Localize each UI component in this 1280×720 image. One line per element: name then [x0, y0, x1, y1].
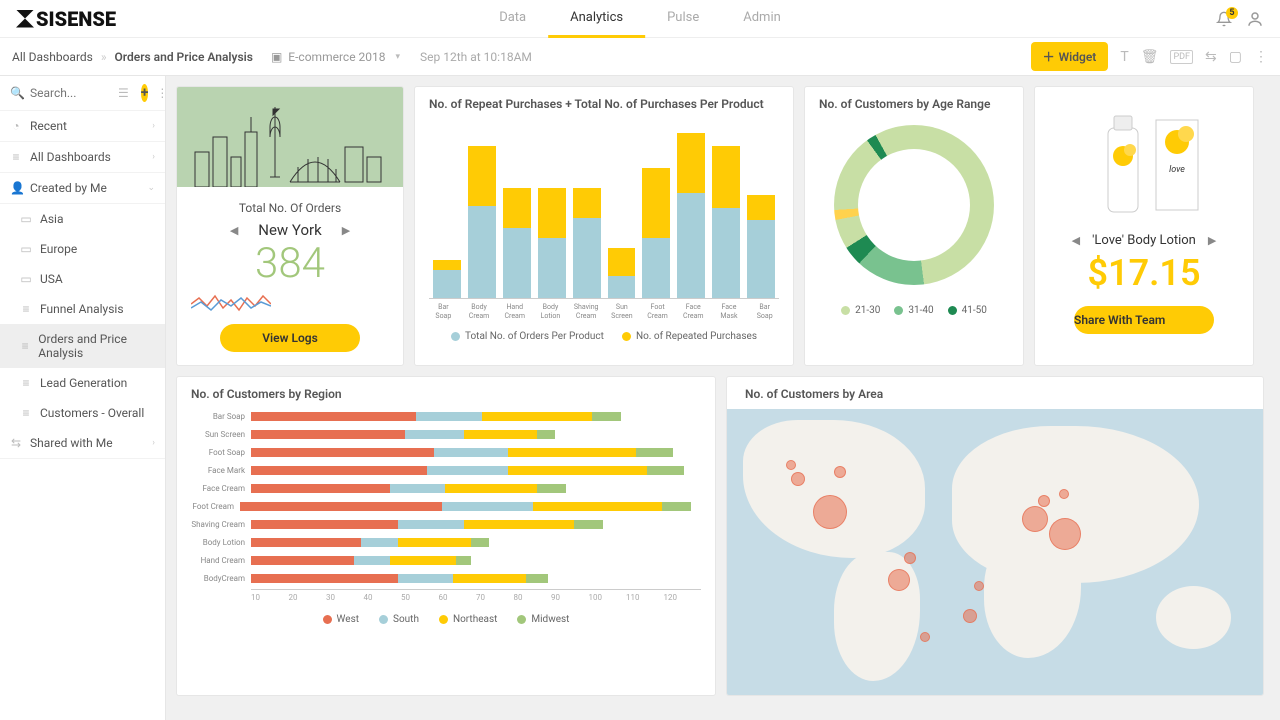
present-icon[interactable]: ▢ — [1229, 49, 1242, 65]
view-logs-button[interactable]: View Logs — [220, 324, 360, 352]
bell-icon[interactable]: 5 — [1216, 11, 1232, 27]
orders-city: New York — [258, 221, 321, 239]
cube-icon: ▣ — [271, 50, 282, 64]
sparkline — [191, 292, 271, 314]
folder-icon: ≡ — [20, 339, 30, 353]
product-image: love — [1049, 97, 1239, 227]
next-arrow-icon[interactable]: ▶ — [1208, 234, 1216, 247]
trash-icon[interactable]: 🗑 — [1141, 49, 1159, 65]
breadcrumb-current[interactable]: Orders and Price Analysis — [115, 50, 253, 64]
share-team-button[interactable]: Share With Team — [1074, 306, 1214, 334]
notification-count: 5 — [1226, 7, 1238, 19]
orders-value: 384 — [191, 239, 389, 288]
sidebar-item-asia[interactable]: ▭Asia — [0, 204, 165, 234]
card-title: No. of Customers by Age Range — [819, 97, 1009, 111]
user-icon: 👤 — [10, 181, 22, 195]
tab-pulse[interactable]: Pulse — [645, 0, 721, 38]
list-icon: ≡ — [10, 150, 22, 164]
search-input[interactable] — [30, 86, 110, 100]
card-title: No. of Customers by Region — [191, 387, 701, 401]
breadcrumb-root[interactable]: All Dashboards — [12, 50, 93, 64]
sidebar-item-europe[interactable]: ▭Europe — [0, 234, 165, 264]
folder-icon: ▭ — [20, 272, 32, 286]
legend-31-40: 31-40 — [894, 305, 933, 316]
tab-data[interactable]: Data — [477, 0, 548, 38]
chevron-down-icon: ⌄ — [147, 183, 155, 193]
folder-icon: ≡ — [20, 406, 32, 420]
svg-text:love: love — [1169, 165, 1185, 175]
sidebar-item-orders-and-price-analysis[interactable]: ≡Orders and Price Analysis — [0, 324, 165, 368]
sidebar-item-lead-generation[interactable]: ≡Lead Generation — [0, 368, 165, 398]
legend-west: West — [323, 614, 359, 625]
card-customers-region: No. of Customers by Region Bar SoapSun S… — [176, 376, 716, 696]
add-widget-button[interactable]: ＋Widget — [1031, 42, 1109, 71]
folder-icon: ≡ — [20, 302, 32, 316]
search-icon: 🔍 — [10, 86, 22, 100]
share-icon: ⇆ — [10, 436, 22, 450]
card-featured-product: love ◀ 'Love' Body Lotion ▶ $17.15 Share… — [1034, 86, 1254, 366]
clock-icon: ◔ — [10, 119, 22, 133]
legend-orders: Total No. of Orders Per Product — [451, 331, 604, 342]
prev-arrow-icon[interactable]: ◀ — [1072, 234, 1080, 247]
legend-midwest: Midwest — [517, 614, 569, 625]
filter-icon[interactable]: ☰ — [118, 86, 129, 100]
share-icon[interactable]: ⇆ — [1205, 49, 1217, 65]
logo: SISENSE — [16, 7, 116, 31]
sidebar: 🔍 ☰ + ⋮ ◔Recent› ≡All Dashboards› 👤Creat… — [0, 76, 166, 720]
sidebar-item-funnel-analysis[interactable]: ≡Funnel Analysis — [0, 294, 165, 324]
more-icon[interactable]: ⋮ — [1254, 49, 1268, 65]
pdf-icon[interactable]: PDF — [1170, 50, 1193, 64]
sidebar-shared[interactable]: ⇆Shared with Me› — [0, 428, 165, 459]
text-icon[interactable]: T — [1120, 49, 1128, 65]
legend-south: South — [379, 614, 419, 625]
next-arrow-icon[interactable]: ▶ — [342, 224, 350, 237]
card-title: No. of Repeat Purchases + Total No. of P… — [429, 97, 779, 111]
folder-icon: ▭ — [20, 242, 32, 256]
horizontal-bar-chart: Bar SoapSun ScreenFoot SoapFace MarkFace… — [191, 409, 701, 586]
donut-chart — [834, 125, 994, 285]
card-customers-age: No. of Customers by Age Range 21-30 31-40… — [804, 86, 1024, 366]
legend-21-30: 21-30 — [841, 305, 880, 316]
world-map[interactable] — [727, 409, 1263, 695]
chevron-right-icon: » — [101, 50, 107, 64]
chevron-down-icon: ▾ — [396, 52, 401, 62]
main-tabs: DataAnalyticsPulseAdmin — [477, 0, 803, 38]
add-dashboard-button[interactable]: + — [141, 84, 149, 102]
sidebar-item-usa[interactable]: ▭USA — [0, 264, 165, 294]
user-icon[interactable] — [1246, 10, 1264, 28]
skyline-illustration — [177, 87, 403, 187]
product-price: $17.15 — [1049, 252, 1239, 294]
bar-chart — [429, 119, 779, 299]
legend-northeast: Northeast — [439, 614, 497, 625]
sidebar-all[interactable]: ≡All Dashboards› — [0, 142, 165, 173]
tab-analytics[interactable]: Analytics — [548, 0, 645, 38]
card-customers-area: No. of Customers by Area — [726, 376, 1264, 696]
legend-41-50: 41-50 — [948, 305, 987, 316]
sidebar-recent[interactable]: ◔Recent› — [0, 111, 165, 142]
sidebar-item-customers---overall[interactable]: ≡Customers - Overall — [0, 398, 165, 428]
sidebar-created-by-me[interactable]: 👤Created by Me⌄ — [0, 173, 165, 204]
card-title: No. of Customers by Area — [745, 387, 883, 401]
card-repeat-purchases: No. of Repeat Purchases + Total No. of P… — [414, 86, 794, 366]
dataset-selector[interactable]: ▣ E-commerce 2018 ▾ — [271, 50, 400, 64]
card-title: Total No. Of Orders — [191, 201, 389, 215]
tab-admin[interactable]: Admin — [721, 0, 803, 38]
prev-arrow-icon[interactable]: ◀ — [230, 224, 238, 237]
last-refresh-time: Sep 12th at 10:18AM — [420, 50, 532, 64]
legend-repeat: No. of Repeated Purchases — [622, 331, 757, 342]
more-icon[interactable]: ⋮ — [156, 86, 168, 100]
product-name: 'Love' Body Lotion — [1092, 233, 1196, 248]
folder-icon: ▭ — [20, 212, 32, 226]
folder-icon: ≡ — [20, 376, 32, 390]
card-total-orders: Total No. Of Orders ◀ New York ▶ 384 Vie… — [176, 86, 404, 366]
